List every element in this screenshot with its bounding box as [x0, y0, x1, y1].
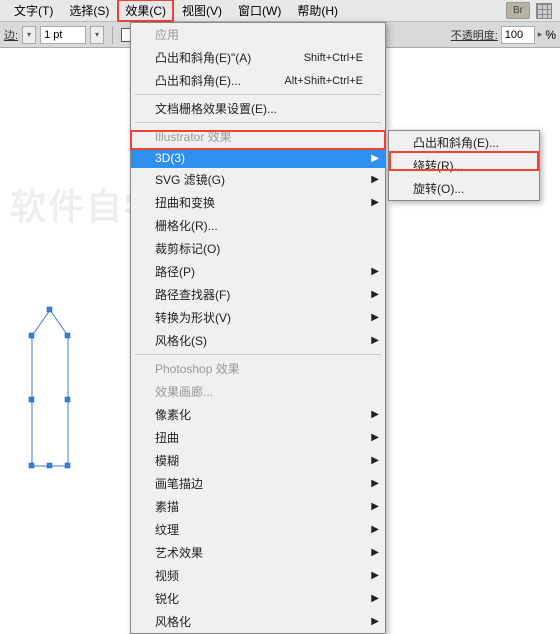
menu-item-ill-2[interactable]: 扭曲和变换 ▶ — [131, 191, 385, 214]
menu-item-ill-6[interactable]: 路径查找器(F) ▶ — [131, 283, 385, 306]
submenu-arrow-icon: ▶ — [371, 197, 379, 208]
menu-item-label: 裁剪标记(O) — [155, 240, 220, 257]
menu-view[interactable]: 视图(V) — [174, 0, 230, 22]
menu-section-header: Illustrator 效果 — [131, 125, 385, 148]
submenu-arrow-icon: ▶ — [371, 432, 379, 443]
menu-item-ill-1[interactable]: SVG 滤镜(G) ▶ — [131, 168, 385, 191]
menu-item-label: 凸出和斜角(E)"(A) — [155, 49, 251, 66]
menu-text[interactable]: 文字(T) — [6, 0, 61, 22]
menu-item-top-1[interactable]: 凸出和斜角(E)"(A) Shift+Ctrl+E — [131, 46, 385, 69]
submenu-arrow-icon: ▶ — [371, 570, 379, 581]
menu-item-label: 模糊 — [155, 452, 179, 469]
submenu-arrow-icon: ▶ — [371, 335, 379, 346]
separator — [112, 26, 113, 44]
stroke-unit-dropdown[interactable]: ▾ — [90, 26, 104, 44]
menu-item-label: 风格化 — [155, 613, 191, 630]
submenu-item-0[interactable]: 凸出和斜角(E)... — [389, 131, 539, 154]
menu-window[interactable]: 窗口(W) — [230, 0, 289, 22]
menu-item-ps-9[interactable]: 锐化 ▶ — [131, 587, 385, 610]
menu-item-doc-raster[interactable]: 文档栅格效果设置(E)... — [131, 97, 385, 120]
menu-item-label: 扭曲和变换 — [155, 194, 215, 211]
submenu-arrow-icon: ▶ — [371, 289, 379, 300]
selected-path[interactable] — [22, 306, 78, 474]
stroke-dropdown-icon[interactable]: ▾ — [22, 26, 36, 44]
menu-item-ill-7[interactable]: 转换为形状(V) ▶ — [131, 306, 385, 329]
menu-item-label: 转换为形状(V) — [155, 309, 231, 326]
menu-item-top-0: 应用 — [131, 23, 385, 46]
menu-item-ps-3[interactable]: 模糊 ▶ — [131, 449, 385, 472]
stroke-input[interactable] — [40, 26, 86, 44]
submenu-arrow-icon: ▶ — [371, 501, 379, 512]
menu-item-label: 路径(P) — [155, 263, 195, 280]
menu-item-label: 效果画廊... — [155, 383, 213, 400]
menu-item-ill-3[interactable]: 栅格化(R)... — [131, 214, 385, 237]
3d-submenu: 凸出和斜角(E)... 绕转(R)... 旋转(O)... — [388, 130, 540, 201]
menu-effect[interactable]: 效果(C) — [117, 0, 174, 22]
menu-separator — [135, 354, 381, 355]
menu-item-label: 旋转(O)... — [413, 180, 464, 197]
menu-item-label: 绕转(R)... — [413, 157, 464, 174]
menu-item-ps-10[interactable]: 风格化 ▶ — [131, 610, 385, 633]
menu-item-label: 画笔描边 — [155, 475, 203, 492]
submenu-arrow-icon: ▶ — [371, 616, 379, 627]
menu-item-ill-5[interactable]: 路径(P) ▶ — [131, 260, 385, 283]
menu-item-ill-4[interactable]: 裁剪标记(O) — [131, 237, 385, 260]
menu-item-label: 艺术效果 — [155, 544, 203, 561]
menu-item-label: 视频 — [155, 567, 179, 584]
effect-menu: 应用凸出和斜角(E)"(A) Shift+Ctrl+E 凸出和斜角(E)... Alt… — [130, 22, 386, 634]
menu-item-ps-7[interactable]: 艺术效果 ▶ — [131, 541, 385, 564]
submenu-arrow-icon: ▶ — [371, 524, 379, 535]
menu-item-label: 应用 — [155, 26, 179, 43]
menu-item-ps-5[interactable]: 素描▶ — [131, 495, 385, 518]
submenu-arrow-icon: ▶ — [371, 266, 379, 277]
submenu-arrow-icon: ▶ — [371, 547, 379, 558]
menu-section-header: Photoshop 效果 — [131, 357, 385, 380]
opacity-unit: % — [545, 28, 556, 42]
menu-item-ps-2[interactable]: 扭曲 ▶ — [131, 426, 385, 449]
menu-item-ps-8[interactable]: 视频 ▶ — [131, 564, 385, 587]
menu-item-label: 栅格化(R)... — [155, 217, 218, 234]
grid-icon[interactable] — [536, 3, 552, 19]
menu-bar: 文字(T) 选择(S) 效果(C) 视图(V) 窗口(W) 帮助(H) Br — [0, 0, 560, 22]
menu-item-ps-0: 效果画廊... — [131, 380, 385, 403]
menu-item-label: 3D(3) — [155, 151, 185, 165]
submenu-arrow-icon: ▶ — [371, 153, 379, 164]
menu-item-label: 风格化(S) — [155, 332, 207, 349]
menu-separator — [135, 122, 381, 123]
menu-item-label: 扭曲 — [155, 429, 179, 446]
menu-item-label: SVG 滤镜(G) — [155, 171, 225, 188]
menu-shortcut: Shift+Ctrl+E — [304, 52, 363, 64]
submenu-arrow-icon: ▶ — [371, 478, 379, 489]
menu-item-label: 像素化 — [155, 406, 191, 423]
submenu-arrow-icon: ▶ — [371, 455, 379, 466]
submenu-item-1[interactable]: 绕转(R)... — [389, 154, 539, 177]
bridge-button[interactable]: Br — [506, 2, 530, 19]
submenu-item-2[interactable]: 旋转(O)... — [389, 177, 539, 200]
menu-item-label: 凸出和斜角(E)... — [413, 134, 499, 151]
menu-item-ill-0[interactable]: 3D(3) ▶ — [131, 148, 385, 168]
menu-item-label: 锐化 — [155, 590, 179, 607]
menu-separator — [135, 94, 381, 95]
menu-item-ps-1[interactable]: 像素化 ▶ — [131, 403, 385, 426]
submenu-arrow-icon: ▶ — [371, 312, 379, 323]
menu-select[interactable]: 选择(S) — [61, 0, 117, 22]
menu-item-ps-6[interactable]: 纹理 ▶ — [131, 518, 385, 541]
menu-item-top-2[interactable]: 凸出和斜角(E)... Alt+Shift+Ctrl+E — [131, 69, 385, 92]
opacity-input[interactable] — [501, 26, 535, 44]
submenu-arrow-icon: ▶ — [371, 409, 379, 420]
menu-item-ill-8[interactable]: 风格化(S) ▶ — [131, 329, 385, 352]
menu-item-ps-4[interactable]: 画笔描边 ▶ — [131, 472, 385, 495]
submenu-arrow-icon: ▶ — [371, 593, 379, 604]
stroke-label: 边: — [4, 27, 18, 43]
submenu-arrow-icon: ▶ — [371, 174, 379, 185]
menu-item-label: 路径查找器(F) — [155, 286, 230, 303]
menu-item-label: 凸出和斜角(E)... — [155, 72, 241, 89]
menu-shortcut: Alt+Shift+Ctrl+E — [284, 75, 363, 87]
menu-help[interactable]: 帮助(H) — [289, 0, 346, 22]
menu-item-label: 文档栅格效果设置(E)... — [155, 100, 277, 117]
menu-item-label: 纹理 — [155, 521, 179, 538]
opacity-arrow-icon[interactable]: ▸ — [538, 29, 543, 40]
opacity-label: 不透明度: — [451, 27, 498, 43]
